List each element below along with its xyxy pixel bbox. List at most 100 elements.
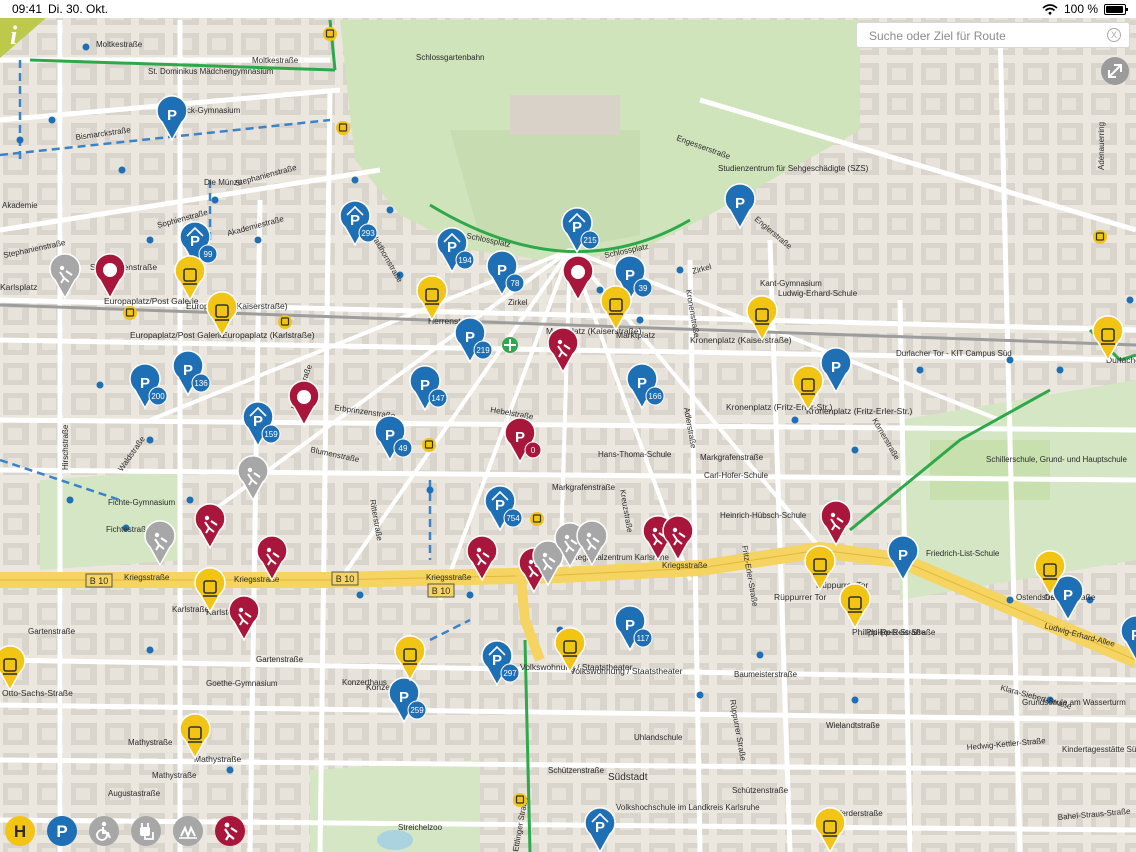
street-label: Schützenstraße bbox=[732, 786, 789, 795]
layer-toggle-accessibility[interactable] bbox=[89, 816, 119, 846]
tram-stop-badge[interactable] bbox=[336, 121, 350, 135]
street-label: Moltkestraße bbox=[96, 40, 143, 49]
schloss-building bbox=[510, 95, 620, 135]
parking-count: 215 bbox=[583, 236, 597, 245]
expand-icon bbox=[1108, 64, 1122, 78]
street-label: Wielandtstraße bbox=[826, 721, 880, 730]
parking-count: 297 bbox=[503, 669, 517, 678]
poi-label: Schlossgartenbahn bbox=[416, 53, 485, 62]
info-icon: i bbox=[0, 18, 46, 58]
street-label: Gartenstraße bbox=[28, 627, 76, 636]
construction-icon bbox=[224, 822, 238, 841]
layer-toggle-construction[interactable] bbox=[215, 816, 245, 846]
stop-label: Kronenplatz (Fritz-Erler-Str.) bbox=[806, 406, 912, 416]
street-label: Markgrafenstraße bbox=[700, 453, 764, 462]
parking-letter: P bbox=[595, 819, 605, 836]
parking-letter: P bbox=[167, 107, 177, 124]
poi-label: Akademie bbox=[2, 201, 38, 210]
poi-label: Uhlandschule bbox=[634, 733, 683, 742]
bikeshare-station-marker[interactable] bbox=[502, 337, 518, 353]
schloss-courtyard bbox=[450, 130, 640, 250]
battery-percent: 100 % bbox=[1063, 2, 1098, 16]
poi-label: Heinrich-Hübsch-Schule bbox=[720, 511, 807, 520]
parking-letter: P bbox=[350, 212, 360, 229]
street-label: Schützenstraße bbox=[548, 766, 605, 775]
road-shield: B 10 bbox=[331, 571, 359, 586]
stop-label: Europaplatz/Post Galerie bbox=[104, 296, 199, 306]
wheelchair-icon bbox=[96, 821, 111, 841]
parking-count: 136 bbox=[194, 379, 208, 388]
stop-label: Europaplatz/Post Galerie bbox=[130, 330, 225, 340]
close-circle-icon[interactable]: X bbox=[1107, 28, 1121, 42]
stop-label: Europaplatz (Karlstraße) bbox=[222, 330, 315, 340]
parking-letter: P bbox=[465, 329, 475, 346]
parking-count: 78 bbox=[511, 279, 520, 288]
stop-label: Volkswohnung / Staatstheater bbox=[520, 662, 633, 672]
svg-text:i: i bbox=[10, 21, 18, 50]
parking-letter: P bbox=[253, 413, 263, 430]
battery-icon bbox=[1104, 3, 1128, 15]
parking-letter: P bbox=[190, 233, 200, 250]
tram-stop-badge[interactable] bbox=[422, 438, 436, 452]
parking-letter: P bbox=[420, 377, 430, 394]
poi-label: Studienzentrum für Sehgeschädigte (SZS) bbox=[718, 164, 869, 173]
poi-label: Die Münze bbox=[204, 178, 243, 187]
svg-text:B 10: B 10 bbox=[90, 576, 109, 586]
poi-label: Durlacher Tor - KIT Campus Süd bbox=[896, 349, 1012, 358]
parking-count: 99 bbox=[204, 250, 213, 259]
parking-count: 0 bbox=[531, 446, 536, 455]
fullscreen-button[interactable] bbox=[1101, 57, 1129, 85]
parking-letter: P bbox=[399, 689, 409, 706]
poi-label: Kindertagesstätte Südstadtstrolche bbox=[1062, 745, 1136, 754]
street-label: Mathystraße bbox=[128, 738, 173, 747]
street-label: Mathystraße bbox=[152, 771, 197, 780]
bikesharing-icon bbox=[179, 825, 197, 839]
parking-letter: P bbox=[637, 375, 647, 392]
parking-count: 194 bbox=[458, 256, 472, 265]
tram-stop-badge[interactable] bbox=[323, 27, 337, 41]
layer-toggle-bike[interactable] bbox=[173, 816, 203, 846]
poi-label: Grundschule am Wasserturm bbox=[1022, 698, 1126, 707]
stop-label: Rüppurrer Tor bbox=[774, 592, 826, 602]
parking-letter: P bbox=[1131, 627, 1136, 644]
parking-count: 259 bbox=[410, 706, 424, 715]
pond bbox=[377, 830, 413, 850]
street-label: Kriegsstraße bbox=[426, 573, 472, 582]
street-label: Gartenstraße bbox=[256, 655, 304, 664]
parking-letter: P bbox=[497, 262, 507, 279]
svg-text:P: P bbox=[56, 822, 67, 841]
info-button[interactable]: i bbox=[0, 18, 46, 58]
parking-letter: P bbox=[140, 375, 150, 392]
parking-letter: P bbox=[625, 267, 635, 284]
tram-stop-badge[interactable] bbox=[513, 793, 527, 807]
parking-letter: P bbox=[831, 359, 841, 376]
search-box[interactable]: X bbox=[856, 22, 1130, 48]
road-shield: B 10 bbox=[85, 573, 113, 588]
poi-label: Schillerschule, Grund- und Hauptschule bbox=[986, 455, 1128, 464]
layer-toggle-charging[interactable] bbox=[131, 816, 161, 846]
tram-stop-badge[interactable] bbox=[1093, 230, 1107, 244]
tram-stop-badge[interactable] bbox=[530, 512, 544, 526]
poi-label: Ludwig-Erhard-Schule bbox=[778, 289, 858, 298]
ev-charger-icon bbox=[140, 823, 154, 840]
search-input[interactable] bbox=[867, 28, 1101, 44]
layer-toolbar: H P bbox=[0, 812, 260, 852]
street-label: Markgrafenstraße bbox=[552, 483, 616, 492]
parking-count: 117 bbox=[637, 634, 650, 643]
city-map[interactable]: B 10 B 10 B 10 Moltkestraße Moltkestraße… bbox=[0, 0, 1136, 852]
layer-toggle-stops[interactable]: H bbox=[5, 816, 35, 846]
stop-h-icon: H bbox=[14, 822, 26, 841]
poi-label: Goethe-Gymnasium bbox=[206, 679, 278, 688]
parking-count: 39 bbox=[639, 284, 648, 293]
street-label: Adenauerring bbox=[1097, 122, 1106, 170]
layer-toggle-parking[interactable]: P bbox=[47, 816, 77, 846]
tram-stop-badge[interactable] bbox=[123, 306, 137, 320]
street-label: Augustastraße bbox=[108, 789, 161, 798]
parking-count: 49 bbox=[399, 444, 408, 453]
parking-icon: P bbox=[56, 822, 67, 841]
street-label: Kriegsstraße bbox=[124, 573, 170, 582]
poi-label: Friedrich-List-Schule bbox=[926, 549, 1000, 558]
tram-stop-badge[interactable] bbox=[278, 315, 292, 329]
parking-count: 754 bbox=[506, 514, 520, 523]
parking-count: 147 bbox=[431, 394, 445, 403]
